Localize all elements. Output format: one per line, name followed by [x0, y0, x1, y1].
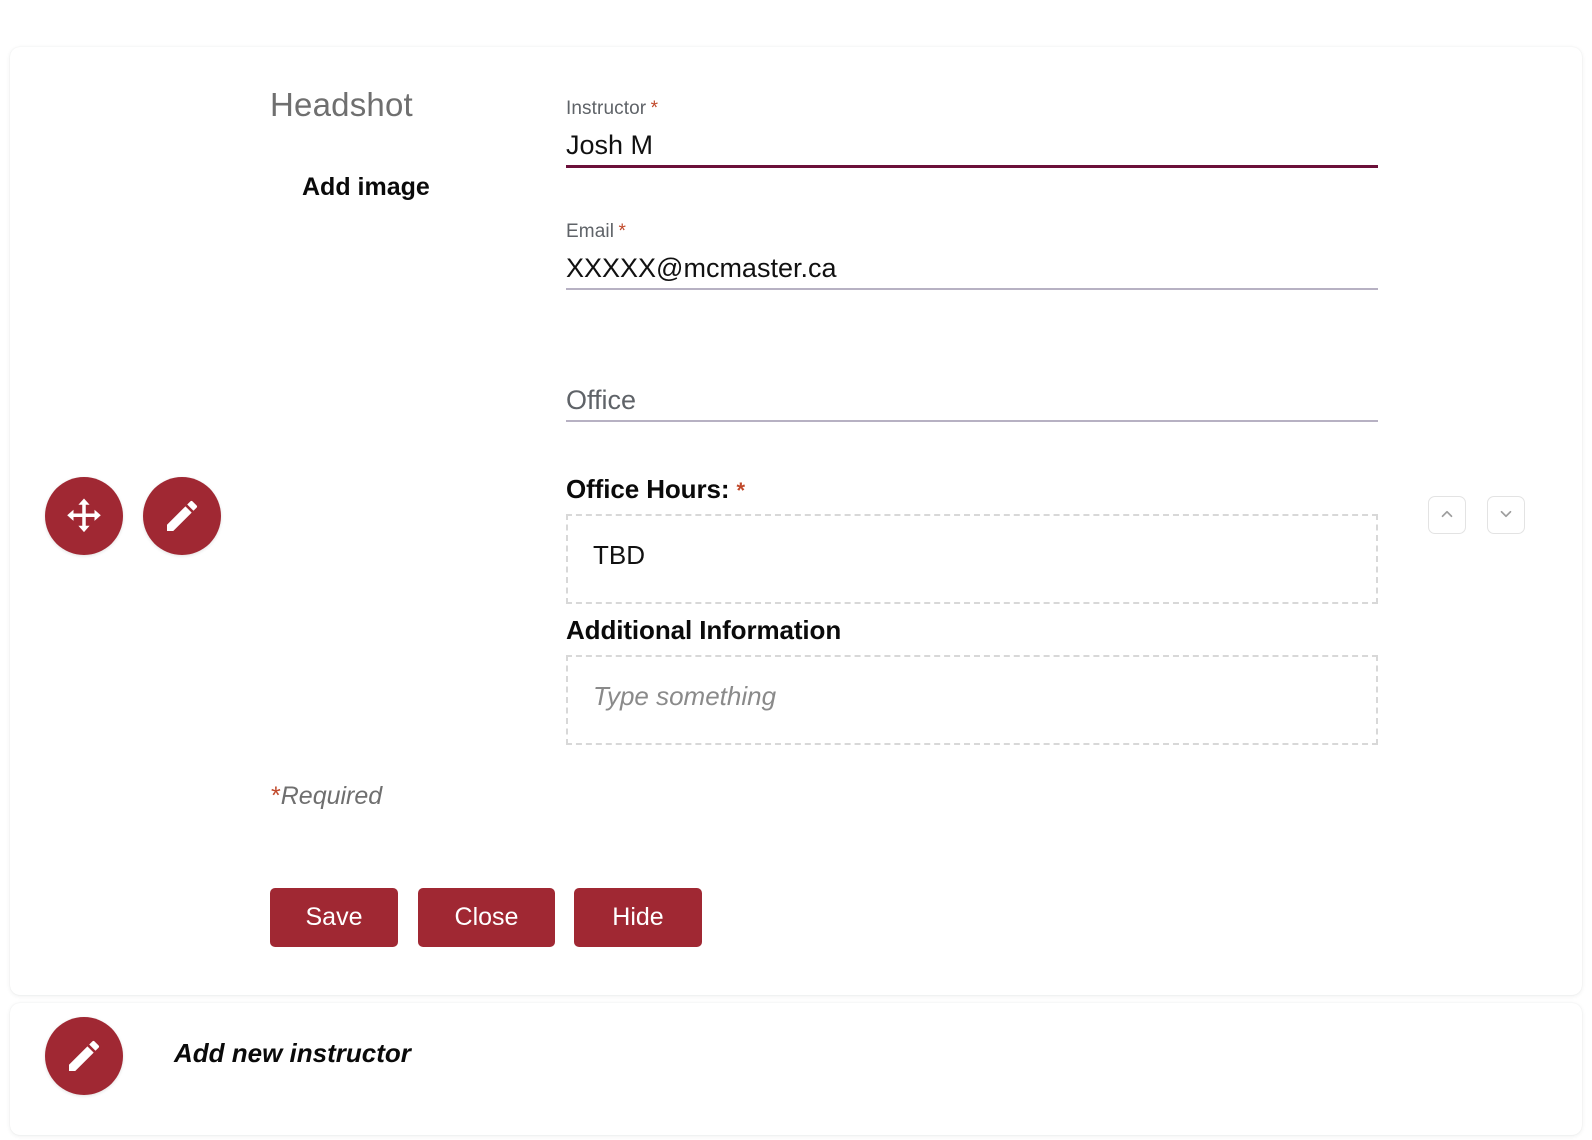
email-field-group: Email * XXXXX@mcmaster.ca — [566, 221, 1378, 290]
instructor-label: Instructor — [566, 98, 647, 119]
office-hours-heading: Office Hours: * — [566, 474, 745, 505]
instructor-underline — [566, 165, 1378, 168]
add-image-button[interactable]: Add image — [302, 173, 430, 202]
instructor-field-group: Instructor * Josh M — [566, 98, 1378, 168]
move-arrows-icon — [63, 495, 105, 537]
required-note: *Required — [271, 782, 382, 811]
email-input[interactable]: XXXXX@mcmaster.ca — [566, 243, 1378, 288]
move-up-button[interactable] — [1428, 496, 1466, 534]
office-underline — [566, 420, 1378, 422]
add-new-instructor-card — [10, 1003, 1582, 1135]
save-button[interactable]: Save — [270, 888, 398, 947]
pencil-icon — [162, 496, 202, 536]
chevron-down-icon — [1497, 505, 1515, 526]
office-input[interactable]: Office — [566, 375, 1378, 420]
additional-information-heading: Additional Information — [566, 615, 842, 645]
pencil-icon — [64, 1036, 104, 1076]
add-new-instructor-label[interactable]: Add new instructor — [174, 1038, 411, 1069]
close-button[interactable]: Close — [418, 888, 555, 947]
email-label-row: Email * — [566, 221, 1378, 243]
headshot-title: Headshot — [270, 86, 413, 123]
move-down-button[interactable] — [1487, 496, 1525, 534]
chevron-up-icon — [1438, 505, 1456, 526]
email-label: Email — [566, 221, 615, 242]
office-field-group: Office — [566, 375, 1378, 422]
additional-information-editor[interactable]: Type something — [566, 655, 1378, 745]
edit-instructor-button[interactable] — [143, 477, 221, 555]
office-hours-editor[interactable]: TBD — [566, 514, 1378, 604]
hide-button[interactable]: Hide — [574, 888, 702, 947]
office-hours-value[interactable]: TBD — [568, 516, 1376, 571]
office-hours-heading-text: Office Hours: — [566, 474, 730, 504]
required-note-star: * — [271, 782, 281, 810]
email-underline — [566, 288, 1378, 290]
office-hours-required-star: * — [736, 478, 746, 503]
instructor-required-star: * — [650, 98, 659, 119]
instructor-label-row: Instructor * — [566, 98, 1378, 120]
add-new-instructor-button[interactable] — [45, 1017, 123, 1095]
required-note-text: Required — [280, 782, 383, 810]
additional-information-placeholder[interactable]: Type something — [568, 657, 1376, 712]
instructor-input[interactable]: Josh M — [566, 120, 1378, 165]
email-required-star: * — [618, 221, 626, 242]
move-handle-button[interactable] — [45, 477, 123, 555]
